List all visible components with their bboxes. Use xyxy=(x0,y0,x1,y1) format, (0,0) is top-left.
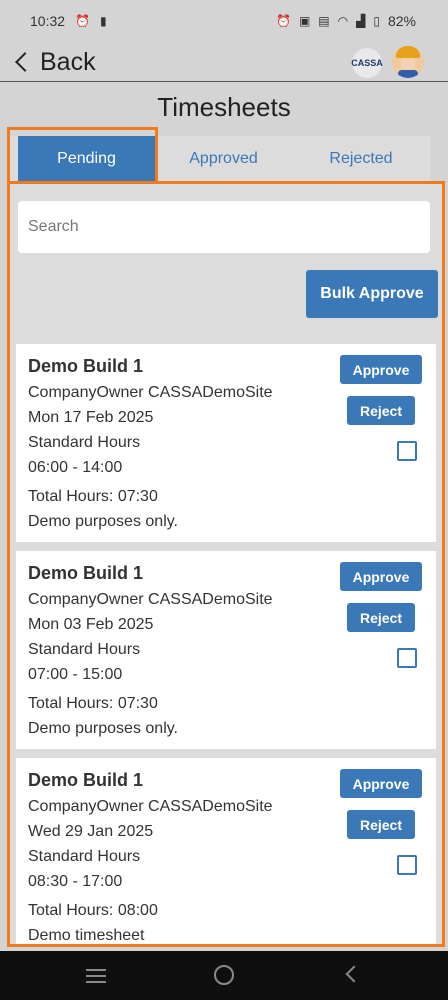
card-note: Demo timesheet xyxy=(28,927,145,944)
card-total-hours: Total Hours: 07:30 xyxy=(28,488,158,505)
card-hours-type: Standard Hours xyxy=(28,641,141,658)
pending-panel: Search Bulk Approve Demo Build 1 Company… xyxy=(7,181,445,947)
chevron-left-icon xyxy=(15,52,35,72)
recents-icon[interactable] xyxy=(86,969,106,983)
back-button[interactable]: Back xyxy=(14,46,96,78)
card-date: Mon 17 Feb 2025 xyxy=(28,409,154,426)
alarm-icon: ⏰ xyxy=(276,14,291,28)
status-bar: 10:32 ⏰ ▮ ⏰ ▣ ▤ ◠ ▟ ▯ 82% xyxy=(0,0,448,42)
approve-button[interactable]: Approve xyxy=(340,355,422,384)
card-site: CompanyOwner CASSADemoSite xyxy=(28,384,273,401)
card-site: CompanyOwner CASSADemoSite xyxy=(28,798,273,815)
alarm-icon: ⏰ xyxy=(75,14,90,28)
card-note: Demo purposes only. xyxy=(28,720,178,737)
card-title: Demo Build 1 xyxy=(28,770,144,790)
battery-percent: 82% xyxy=(387,13,416,29)
select-checkbox[interactable] xyxy=(397,441,417,461)
select-checkbox[interactable] xyxy=(397,648,417,668)
status-time: 10:32 xyxy=(30,13,66,29)
cast-icon: ▣ xyxy=(298,14,311,28)
card-total-hours: Total Hours: 07:30 xyxy=(28,695,158,712)
wifi-icon: ◠ xyxy=(337,14,349,28)
reject-button[interactable]: Reject xyxy=(347,396,415,425)
user-avatar[interactable] xyxy=(392,46,424,78)
card-time-range: 07:00 - 15:00 xyxy=(28,666,123,683)
company-logo[interactable]: CASSA xyxy=(351,48,383,78)
search-input[interactable]: Search xyxy=(18,201,430,253)
card-hours-type: Standard Hours xyxy=(28,434,141,451)
back-label: Back xyxy=(40,47,96,76)
timesheet-card: Demo Build 1 CompanyOwner CASSADemoSite … xyxy=(16,344,436,542)
card-total-hours: Total Hours: 08:00 xyxy=(28,902,158,919)
sim-icon: ▮ xyxy=(100,14,107,28)
volte-icon: ▤ xyxy=(318,14,330,28)
card-note: Demo purposes only. xyxy=(28,513,178,530)
card-date: Wed 29 Jan 2025 xyxy=(28,823,154,840)
approve-button[interactable]: Approve xyxy=(340,562,422,591)
card-time-range: 06:00 - 14:00 xyxy=(28,459,123,476)
reject-button[interactable]: Reject xyxy=(347,603,415,632)
signal-icon: ▟ xyxy=(356,14,366,28)
app-header: Back CASSA xyxy=(0,42,448,82)
bulk-approve-button[interactable]: Bulk Approve xyxy=(306,270,438,318)
card-hours-type: Standard Hours xyxy=(28,848,141,865)
avatar-body xyxy=(398,70,418,78)
home-icon[interactable] xyxy=(214,965,234,985)
nav-back-icon[interactable] xyxy=(345,965,363,983)
card-title: Demo Build 1 xyxy=(28,356,144,376)
tab-rejected[interactable]: Rejected xyxy=(292,136,430,182)
card-site: CompanyOwner CASSADemoSite xyxy=(28,591,273,608)
tab-approved[interactable]: Approved xyxy=(155,136,292,182)
system-nav-bar xyxy=(0,951,448,1000)
select-checkbox[interactable] xyxy=(397,855,417,875)
reject-button[interactable]: Reject xyxy=(347,810,415,839)
hard-hat-icon xyxy=(396,46,420,58)
card-date: Mon 03 Feb 2025 xyxy=(28,616,154,633)
approve-button[interactable]: Approve xyxy=(340,769,422,798)
page-title: Timesheets xyxy=(157,92,291,122)
company-logo-text: CASSA xyxy=(351,58,383,68)
tab-highlight-outline xyxy=(7,127,158,185)
card-time-range: 08:30 - 17:00 xyxy=(28,873,123,890)
timesheet-card: Demo Build 1 CompanyOwner CASSADemoSite … xyxy=(16,551,436,749)
battery-icon: ▯ xyxy=(373,14,380,28)
card-title: Demo Build 1 xyxy=(28,563,144,583)
timesheet-card: Demo Build 1 CompanyOwner CASSADemoSite … xyxy=(16,758,436,944)
avatar-face xyxy=(401,58,415,70)
